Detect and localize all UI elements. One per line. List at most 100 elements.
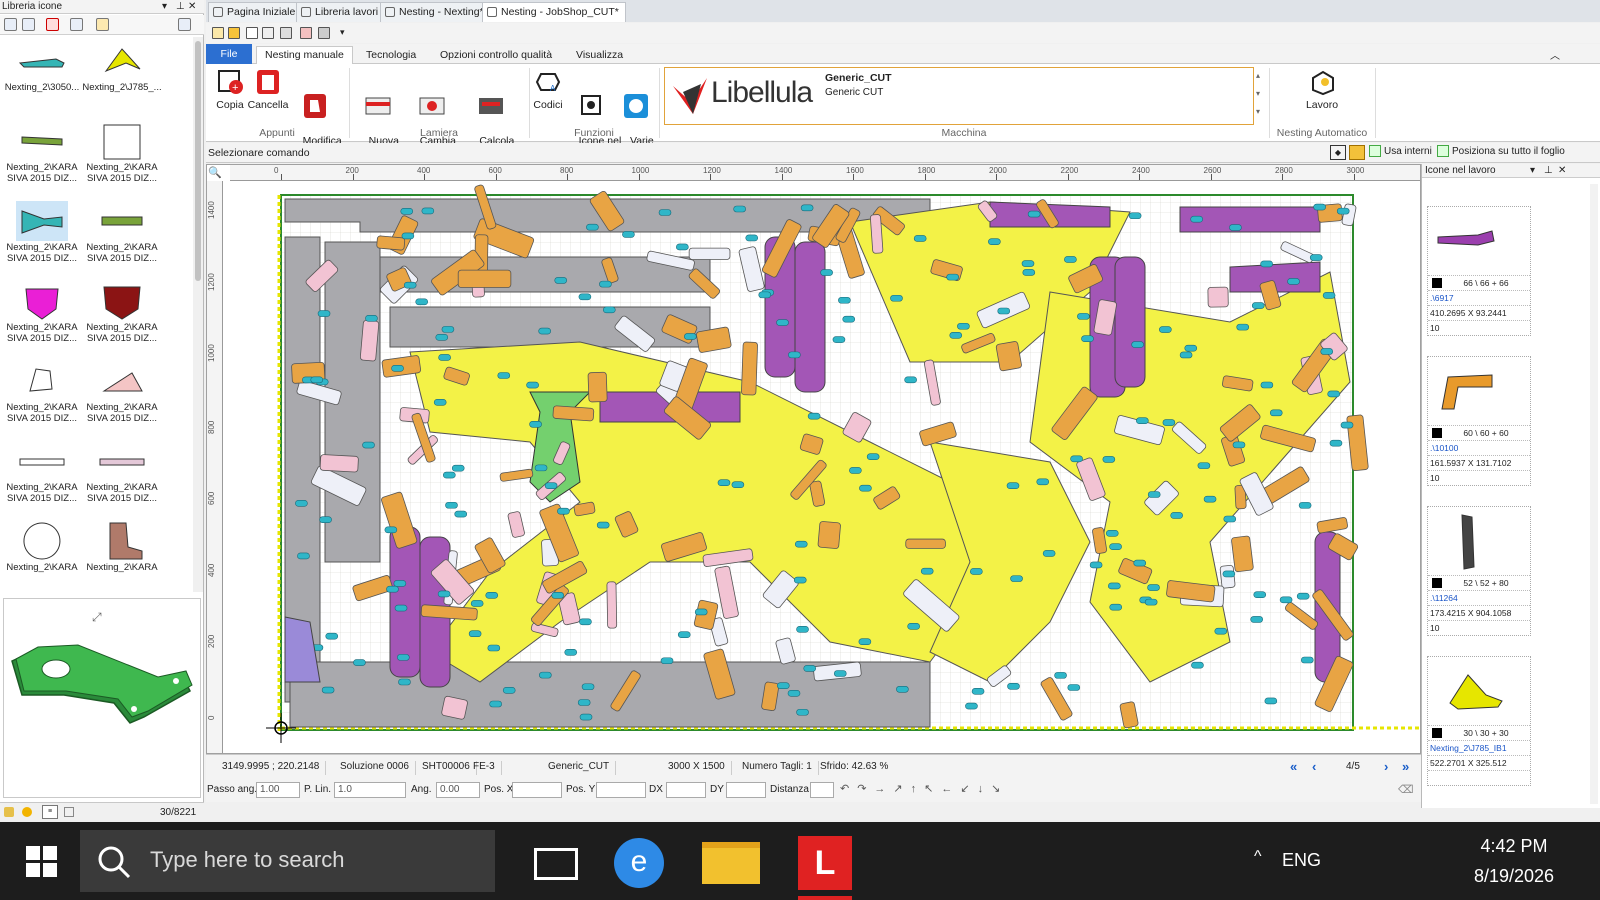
nested-part-hole[interactable] [1223, 515, 1237, 523]
nested-part-hole[interactable] [800, 204, 814, 212]
posiziona-icon[interactable] [1437, 145, 1449, 157]
file-explorer-icon[interactable] [702, 842, 760, 884]
nested-part-hole[interactable] [1260, 260, 1273, 268]
nested-part-hole[interactable] [1159, 326, 1172, 333]
nested-part-hole[interactable] [451, 464, 465, 472]
nested-part-hole[interactable] [441, 326, 455, 333]
close-icon[interactable]: ✕ [188, 0, 196, 13]
nested-part-hole[interactable] [1287, 278, 1300, 285]
job-icons-scrollbar[interactable] [1590, 184, 1598, 804]
nested-part-hole[interactable] [946, 273, 959, 281]
pin-icon[interactable]: ⊥ [1544, 164, 1553, 177]
nested-part-hole[interactable] [403, 281, 417, 289]
nested-part-hole[interactable] [1170, 512, 1183, 519]
nested-part-hole[interactable] [1251, 302, 1265, 309]
document-tab[interactable]: Nesting - JobShop_CUT* [482, 2, 626, 22]
nested-part-hole[interactable] [970, 568, 983, 575]
save-icon[interactable] [246, 27, 258, 39]
nested-part-hole[interactable] [433, 399, 447, 406]
sheet-area[interactable] [230, 182, 1420, 753]
nested-part-hole[interactable] [1147, 584, 1160, 591]
nested-part-hole[interactable] [842, 315, 856, 323]
ribbon-tab[interactable]: File [206, 44, 252, 64]
nested-part-hole[interactable] [957, 322, 970, 330]
nested-part-hole[interactable] [391, 365, 404, 372]
dy-input[interactable] [726, 782, 766, 798]
list-view-icon[interactable] [64, 807, 74, 817]
nested-part-hole[interactable] [913, 235, 927, 242]
nested-part-hole[interactable] [838, 296, 851, 304]
library-item[interactable]: Nexting_2\J785_... [82, 37, 162, 115]
nested-part-hole[interactable] [1136, 417, 1149, 425]
nested-part-hole[interactable] [353, 659, 366, 666]
nested-part-hole[interactable] [384, 526, 398, 534]
lavoro-button[interactable]: Lavoro [1298, 68, 1346, 111]
nested-part-hole[interactable] [1128, 212, 1142, 220]
nested-part[interactable] [457, 269, 512, 288]
library-item[interactable]: Nexting_2\KARA SIVA 2015 DIZ... [82, 197, 162, 275]
library-item[interactable]: Nexting_2\KARA SIVA 2015 DIZ... [82, 277, 162, 355]
nested-part[interactable] [587, 371, 608, 403]
nested-part-hole[interactable] [896, 685, 909, 693]
nested-part-hole[interactable] [684, 333, 697, 340]
nested-part-hole[interactable] [776, 319, 789, 326]
nested-part-hole[interactable] [445, 501, 458, 509]
nested-part-hole[interactable] [1264, 697, 1278, 705]
library-item[interactable]: Nexting_2\3050... [2, 37, 82, 115]
nested-part[interactable] [376, 235, 406, 251]
nested-part-hole[interactable] [400, 207, 414, 215]
nested-part-hole[interactable] [1340, 421, 1354, 429]
nested-part-hole[interactable] [965, 702, 978, 710]
libellula-app-icon[interactable]: L [798, 836, 852, 890]
nested-part-hole[interactable] [438, 354, 451, 361]
nested-part-hole[interactable] [733, 205, 746, 213]
nested-part-hole[interactable] [1105, 530, 1119, 537]
nested-part-hole[interactable] [489, 700, 502, 708]
nested-part-hole[interactable] [1236, 323, 1250, 331]
ang-input[interactable]: 0.00 [436, 782, 480, 798]
filter-icon[interactable] [70, 18, 83, 31]
print-icon[interactable] [280, 27, 292, 39]
nested-part-hole[interactable] [820, 269, 833, 276]
nested-part-hole[interactable] [1214, 627, 1228, 635]
nested-part-hole[interactable] [470, 600, 484, 607]
nested-part[interactable] [905, 538, 946, 549]
ribbon-tab[interactable]: Visualizza [568, 47, 631, 64]
lightbulb-icon[interactable] [22, 807, 32, 817]
edge-browser-icon[interactable]: e [614, 838, 664, 888]
nested-part-hole[interactable] [398, 678, 411, 686]
nested-part-hole[interactable] [1067, 684, 1081, 691]
nested-part-hole[interactable] [1022, 269, 1036, 276]
nested-part[interactable] [1114, 256, 1146, 388]
ribbon-tab[interactable]: Opzioni controllo qualità [432, 47, 560, 64]
grid-view-icon[interactable]: ≡ [42, 805, 58, 819]
last-page-icon[interactable]: » [1402, 759, 1409, 774]
nested-part-hole[interactable] [803, 665, 817, 672]
settings-icon[interactable] [178, 18, 191, 31]
nested-part-hole[interactable] [1253, 591, 1267, 598]
library-item[interactable]: Nexting_2\KARA SIVA 2015 DIZ... [2, 197, 82, 275]
dropdown-icon[interactable]: ▾ [162, 0, 167, 13]
nested-part-hole[interactable] [1131, 341, 1144, 348]
clear-icon[interactable]: ⌫ [1398, 783, 1414, 796]
pin-icon[interactable]: ⊥ [176, 0, 185, 13]
nested-part-hole[interactable] [539, 671, 552, 679]
clock-time[interactable]: 4:42 PM [1454, 836, 1574, 857]
nested-part-hole[interactable] [1010, 575, 1023, 582]
nested-part-hole[interactable] [1109, 603, 1123, 611]
zoom-icon[interactable]: 🔍 [208, 166, 228, 180]
nested-part-hole[interactable] [394, 604, 408, 612]
nested-part[interactable] [389, 306, 711, 348]
nested-part-hole[interactable] [677, 631, 691, 638]
nested-part-hole[interactable] [1313, 203, 1326, 211]
usa-interni-icon[interactable] [1369, 145, 1381, 157]
nested-part-hole[interactable] [1036, 478, 1050, 486]
nested-part-hole[interactable] [1222, 570, 1236, 578]
nested-part-hole[interactable] [1322, 292, 1336, 299]
nested-part-hole[interactable] [787, 690, 801, 697]
nested-part-hole[interactable] [858, 638, 872, 646]
nested-part-hole[interactable] [1064, 256, 1077, 263]
nested-part-hole[interactable] [325, 632, 339, 640]
hand-icon[interactable] [1349, 145, 1365, 160]
nested-part-hole[interactable] [551, 592, 565, 599]
